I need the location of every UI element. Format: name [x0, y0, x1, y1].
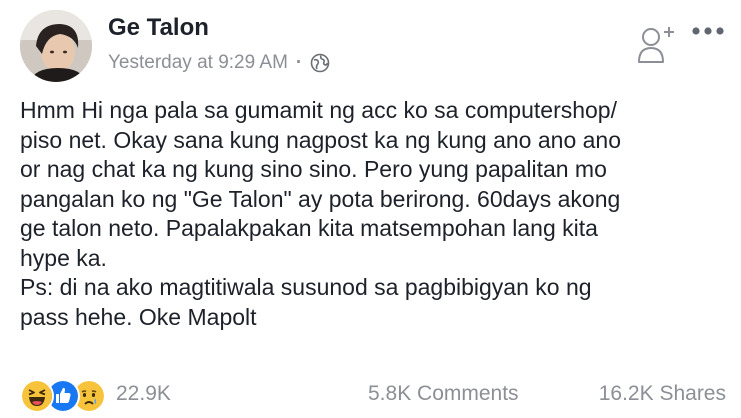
post-text-line: Ps: di na ako magtitiwala susunod sa pag… — [20, 274, 592, 300]
more-options-icon[interactable] — [690, 24, 726, 38]
post-text-line: or nag chat ka ng kung sino sino. Pero y… — [20, 156, 607, 182]
facebook-post: Ge Talon Yesterday at 9:29 AM · Hmm Hi n… — [0, 0, 741, 418]
meta-separator: · — [295, 52, 303, 73]
avatar-photo — [20, 10, 92, 82]
post-timestamp[interactable]: Yesterday at 9:29 AM — [108, 52, 288, 74]
post-text-line: hype ka. — [20, 244, 107, 271]
post-meta: Yesterday at 9:29 AM · — [108, 52, 330, 74]
haha-icon — [20, 379, 54, 413]
globe-icon[interactable] — [310, 53, 330, 73]
comments-count[interactable]: 5.8K Comments — [368, 382, 519, 406]
add-friend-icon[interactable] — [636, 24, 676, 66]
post-text-line: pangalan ko ng "Ge Talon" ay pota beriro… — [20, 185, 621, 212]
post-text-line: piso net. Okay sana kung nagpost ka ng k… — [20, 126, 621, 153]
post-text-line: ge talon neto. Papalakpakan kita matsemp… — [20, 215, 598, 241]
reaction-count[interactable]: 22.9K — [116, 382, 171, 406]
avatar[interactable] — [20, 10, 92, 82]
author-name[interactable]: Ge Talon — [108, 14, 209, 42]
post-footer: 22.9K 5.8K Comments 16.2K Shares — [20, 376, 726, 413]
shares-count[interactable]: 16.2K Shares — [599, 382, 726, 406]
post-body: Hmm Hi nga pala sa gumamit ng acc ko sa … — [20, 96, 732, 332]
post-text-line: Hmm Hi nga pala sa gumamit ng acc ko sa … — [20, 97, 617, 123]
reaction-icons[interactable] — [20, 379, 110, 413]
post-text-line: pass hehe. Oke Mapolt — [20, 303, 257, 330]
